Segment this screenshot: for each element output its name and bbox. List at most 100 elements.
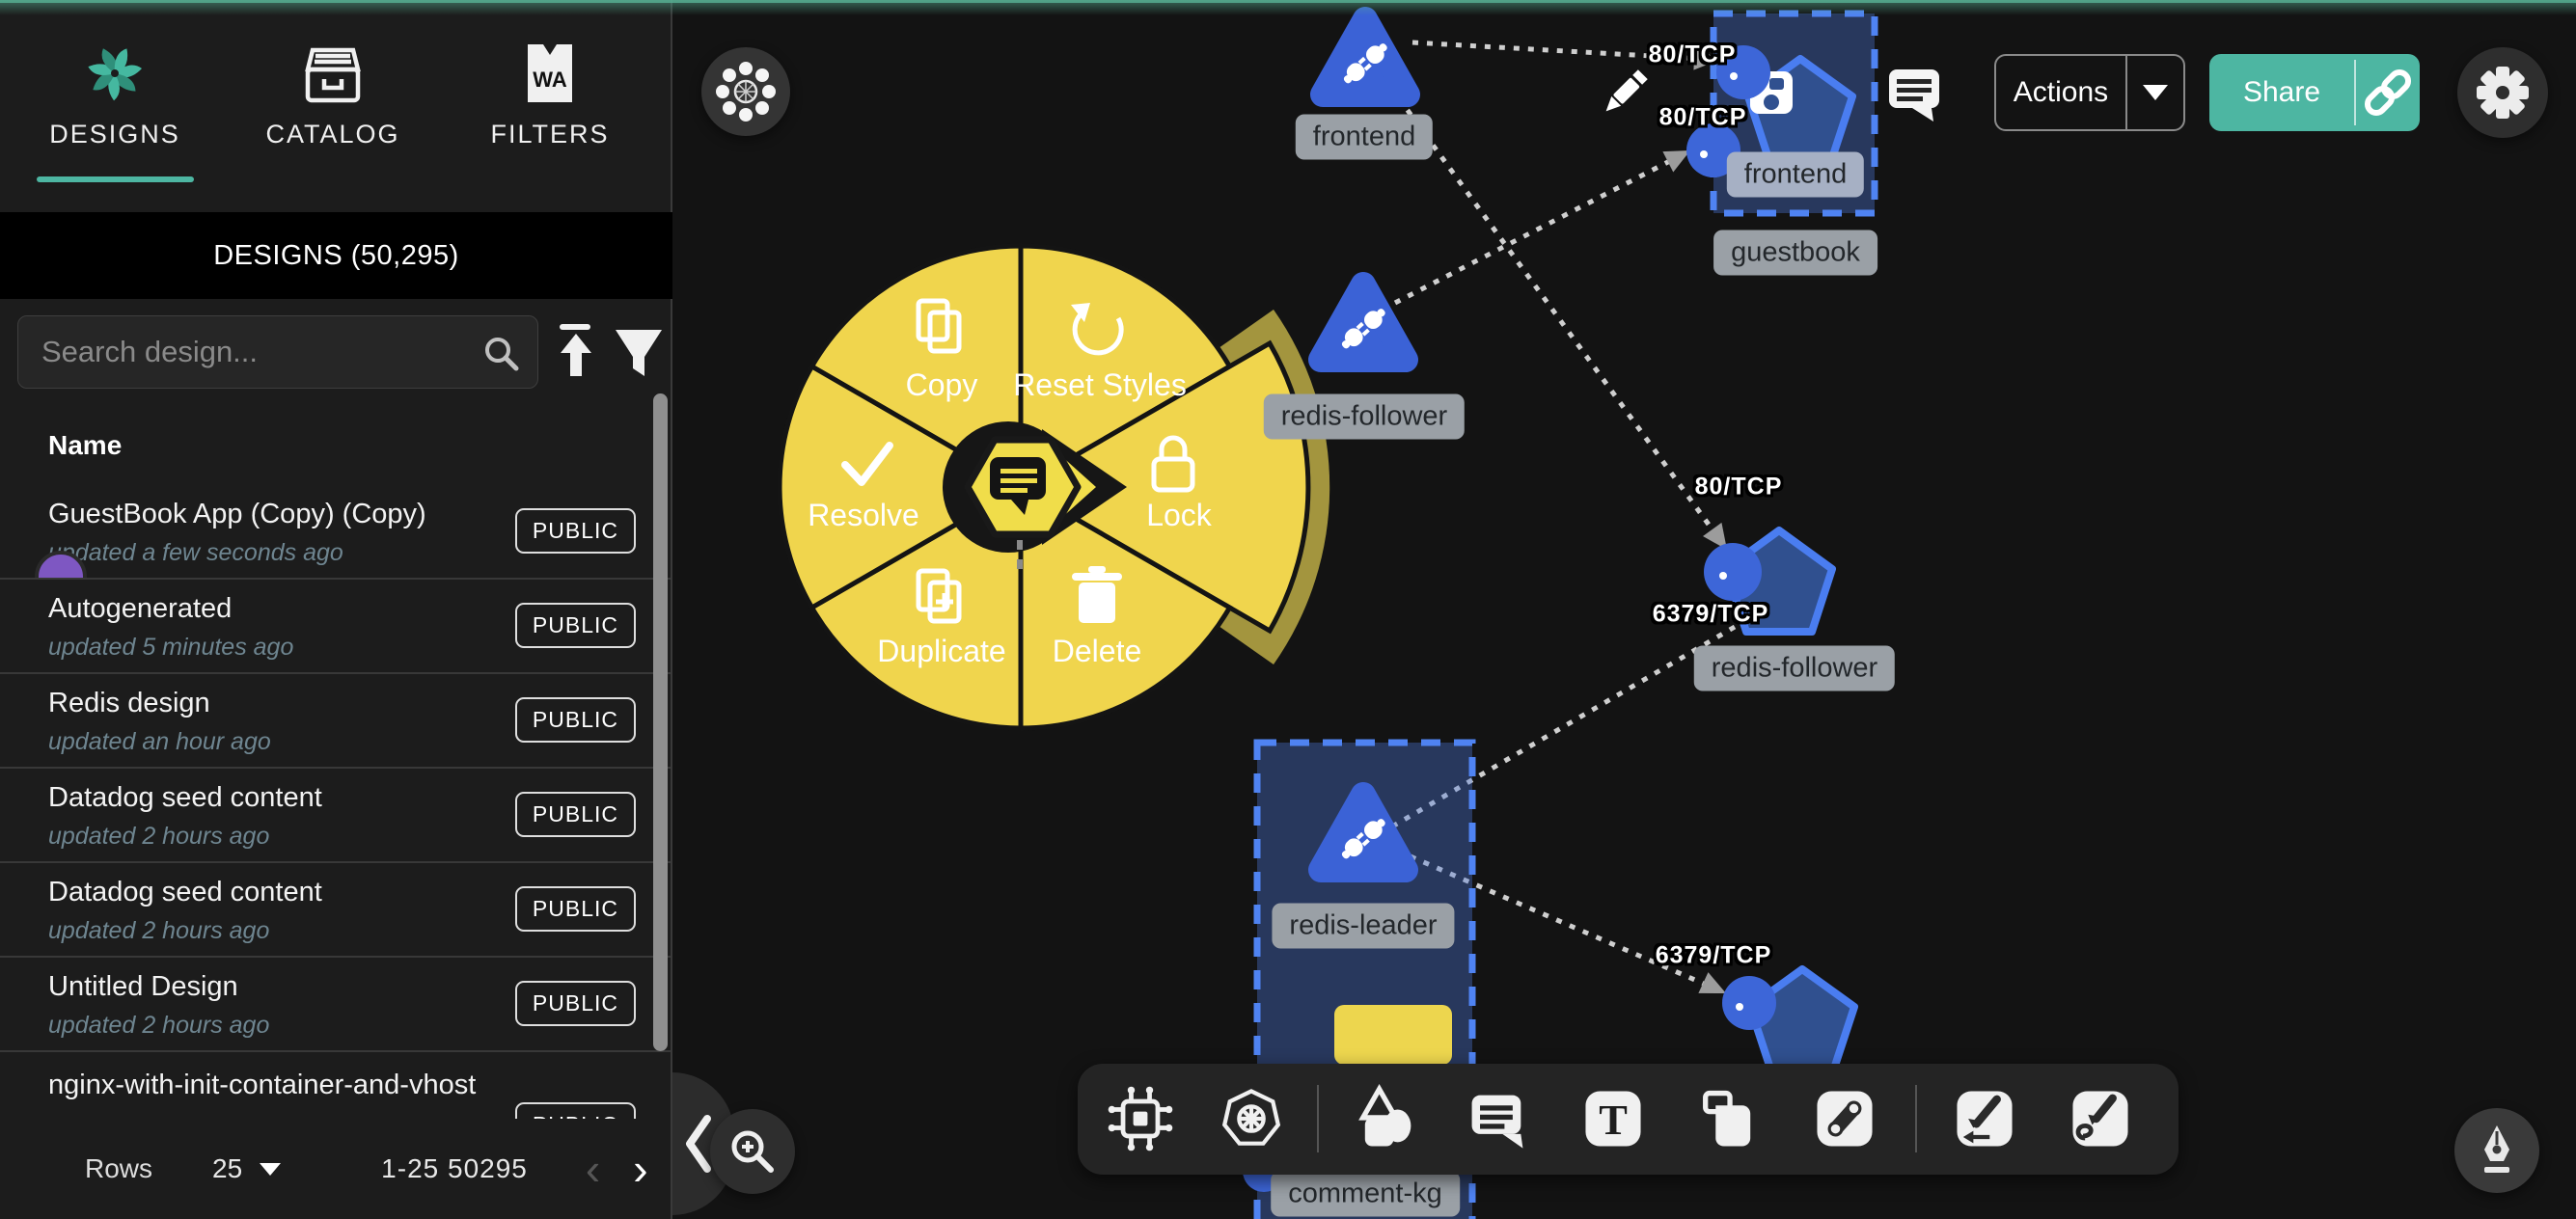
tab-designs[interactable]: DESIGNS bbox=[9, 39, 221, 149]
pen-tool-button[interactable] bbox=[2454, 1108, 2539, 1193]
delete-icon bbox=[1072, 566, 1122, 623]
pen-arrow-icon bbox=[1949, 1083, 2020, 1154]
pen-nib-icon bbox=[2466, 1120, 2528, 1181]
toolbar-divider bbox=[1317, 1085, 1319, 1152]
comment-tool-button[interactable] bbox=[1462, 1083, 1533, 1154]
share-split-button: Share bbox=[2209, 54, 2420, 131]
text-tool-button[interactable]: T bbox=[1577, 1083, 1649, 1154]
radial-label-copy[interactable]: Copy bbox=[906, 367, 978, 402]
text-tool-icon: T bbox=[1577, 1083, 1649, 1154]
rows-per-page-select[interactable]: 25 bbox=[212, 1153, 242, 1184]
note-icon bbox=[1693, 1083, 1765, 1154]
design-title[interactable]: nginx-with-init-container-and-vhost bbox=[48, 1070, 476, 1101]
edge-label-6379tcp-1: 6379/TCP bbox=[1653, 601, 1769, 629]
pencil-icon[interactable] bbox=[1602, 69, 1648, 116]
actions-dropdown-button[interactable] bbox=[2127, 56, 2183, 129]
design-row[interactable]: Autogenerated updated 5 minutes ago PUBL… bbox=[0, 580, 671, 674]
gear-icon bbox=[2469, 59, 2536, 126]
freehand-draw-tool-button[interactable] bbox=[2065, 1083, 2136, 1154]
tab-catalog-label: CATALOG bbox=[227, 120, 439, 149]
visibility-badge: PUBLIC bbox=[515, 981, 636, 1026]
settings-button[interactable] bbox=[2457, 47, 2548, 138]
chip-guestbook-group[interactable]: guestbook bbox=[1713, 230, 1877, 276]
chain-link-icon bbox=[1809, 1083, 1880, 1154]
design-list[interactable]: GuestBook App (Copy) (Copy) updated a fe… bbox=[0, 482, 671, 1119]
search-input[interactable] bbox=[18, 316, 537, 388]
visibility-badge: PUBLIC bbox=[515, 697, 636, 743]
design-row[interactable]: Datadog seed content updated 2 hours ago… bbox=[0, 863, 671, 958]
edge-redisfollower-guestbook[interactable] bbox=[1395, 150, 1690, 303]
visibility-badge: PUBLIC bbox=[515, 508, 636, 554]
tab-catalog[interactable]: CATALOG bbox=[227, 39, 439, 149]
design-search[interactable] bbox=[17, 315, 538, 389]
link-tool-button[interactable] bbox=[1809, 1083, 1880, 1154]
radial-label-delete[interactable]: Delete bbox=[1053, 634, 1142, 668]
chip-redis-follower-deployment[interactable]: redis-follower bbox=[1264, 394, 1465, 440]
cluster-snapshot-button[interactable] bbox=[701, 47, 790, 136]
design-row[interactable]: Untitled Design updated 2 hours ago PUBL… bbox=[0, 958, 671, 1052]
chip-comment-kg[interactable]: comment-kg bbox=[1271, 1172, 1460, 1217]
design-title[interactable]: Redis design bbox=[48, 688, 210, 719]
cluster-icon bbox=[712, 58, 780, 125]
tab-filters[interactable]: WA FILTERS bbox=[444, 39, 656, 149]
chip-frontend-deployment[interactable]: frontend bbox=[1296, 115, 1433, 160]
design-title[interactable]: Untitled Design bbox=[48, 971, 238, 1003]
rows-label: Rows bbox=[85, 1153, 152, 1184]
upload-design-icon[interactable] bbox=[548, 320, 604, 384]
prev-page-button[interactable]: ‹ bbox=[586, 1150, 600, 1188]
share-button[interactable]: Share bbox=[2209, 54, 2354, 131]
edge-label-80tcp-1: 80/TCP bbox=[1649, 41, 1737, 69]
shapes-tool-button[interactable] bbox=[1351, 1083, 1422, 1154]
radial-label-duplicate[interactable]: Duplicate bbox=[877, 634, 1005, 668]
chip-redis-follower-service[interactable]: redis-follower bbox=[1694, 646, 1895, 691]
design-row[interactable]: Redis design updated an hour ago PUBLIC bbox=[0, 674, 671, 769]
node-comment-yellow[interactable] bbox=[1334, 1005, 1452, 1065]
actions-button[interactable]: Actions bbox=[1996, 56, 2125, 129]
sidebar-scrollbar[interactable] bbox=[653, 393, 668, 1051]
chip-redis-leader-deployment[interactable]: redis-leader bbox=[1272, 904, 1454, 949]
note-tool-button[interactable] bbox=[1693, 1083, 1765, 1154]
node-redis-follower-deployment[interactable] bbox=[1321, 284, 1406, 360]
radial-label-lock[interactable]: Lock bbox=[1146, 498, 1213, 532]
tab-designs-label: DESIGNS bbox=[9, 120, 221, 149]
canvas-toolbar: T bbox=[1078, 1064, 2179, 1175]
design-updated: updated 2 hours ago bbox=[48, 917, 269, 945]
visibility-badge: PUBLIC bbox=[515, 1102, 636, 1119]
design-updated: updated 5 minutes ago bbox=[48, 634, 293, 662]
edge-label-80tcp-3: 80/TCP bbox=[1695, 474, 1783, 501]
active-tab-underline bbox=[37, 176, 194, 182]
actions-split-button: Actions bbox=[1994, 54, 2185, 131]
design-title[interactable]: Datadog seed content bbox=[48, 877, 322, 908]
design-row[interactable]: nginx-with-init-container-and-vhost PUBL… bbox=[0, 1052, 671, 1119]
chip-frontend-service[interactable]: frontend bbox=[1727, 152, 1864, 198]
integrations-icon bbox=[1105, 1083, 1176, 1154]
edge-label-6379tcp-2: 6379/TCP bbox=[1656, 942, 1772, 970]
design-row[interactable]: Datadog seed content updated 2 hours ago… bbox=[0, 769, 671, 863]
kubernetes-tool-button[interactable] bbox=[1216, 1083, 1287, 1154]
filter-funnel-icon[interactable] bbox=[610, 322, 668, 384]
svg-text:WA: WA bbox=[533, 68, 567, 92]
zoom-in-button[interactable] bbox=[710, 1109, 795, 1194]
copy-link-button[interactable] bbox=[2356, 54, 2420, 131]
pencil-spiral-icon bbox=[2065, 1083, 2136, 1154]
search-icon[interactable] bbox=[480, 332, 524, 376]
integrations-tool-button[interactable] bbox=[1105, 1083, 1176, 1154]
pagination-footer: Rows 25 1-25 50295 ‹ › bbox=[0, 1119, 671, 1219]
comment-icon[interactable] bbox=[1889, 69, 1939, 122]
design-row[interactable]: GuestBook App (Copy) (Copy) updated a fe… bbox=[0, 485, 671, 580]
tab-filters-label: FILTERS bbox=[444, 120, 656, 149]
rows-per-page-caret-icon[interactable] bbox=[260, 1163, 281, 1176]
kubernetes-icon bbox=[1216, 1083, 1287, 1154]
design-title[interactable]: GuestBook App (Copy) (Copy) bbox=[48, 499, 426, 530]
catalog-archive-icon bbox=[227, 39, 439, 108]
next-page-button[interactable]: › bbox=[633, 1150, 647, 1188]
design-title[interactable]: Datadog seed content bbox=[48, 782, 322, 814]
shapes-icon bbox=[1351, 1083, 1422, 1154]
scale-pen-tool-button[interactable] bbox=[1949, 1083, 2020, 1154]
radial-label-resolve[interactable]: Resolve bbox=[808, 498, 919, 532]
link-icon bbox=[2361, 66, 2415, 120]
radial-label-reset-styles[interactable]: Reset Styles bbox=[1013, 367, 1187, 402]
design-title[interactable]: Autogenerated bbox=[48, 593, 232, 625]
node-frontend-deployment[interactable] bbox=[1323, 19, 1408, 95]
edge-label-80tcp-2: 80/TCP bbox=[1659, 104, 1747, 132]
